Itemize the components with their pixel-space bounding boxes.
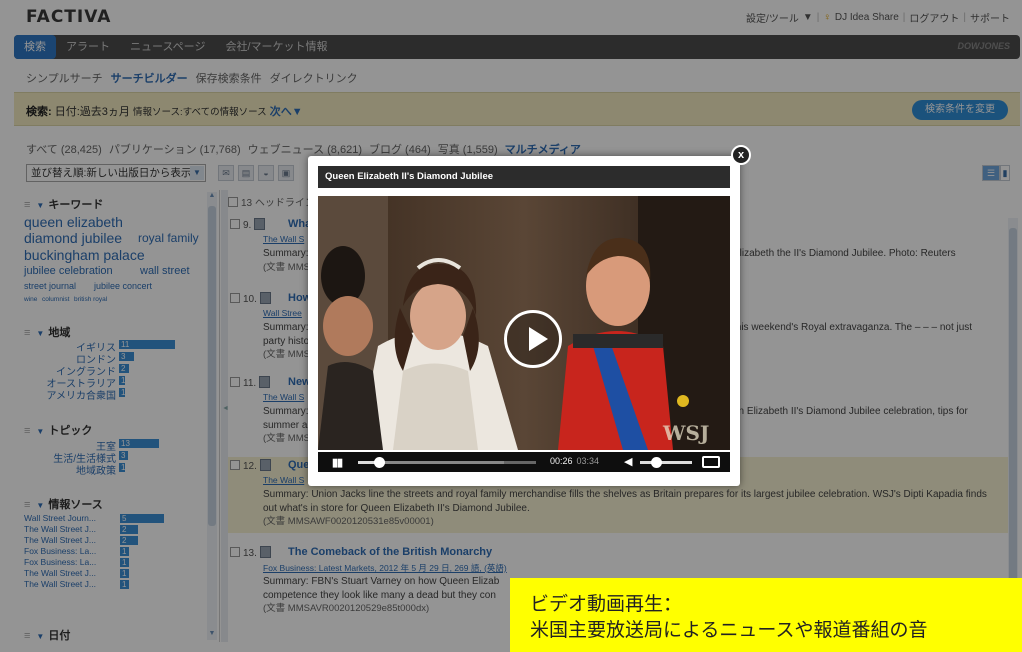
volume-icon[interactable]: ◀: [624, 455, 632, 468]
video-controls: ▮▮ 00:26 03:34 ◀: [318, 452, 730, 472]
fullscreen-icon[interactable]: [702, 456, 720, 468]
total-time: 03:34: [576, 456, 600, 466]
video-modal: Queen Elizabeth II's Diamond Jubilee WSJ…: [308, 156, 740, 486]
caption-line-1: ビデオ動画再生：: [530, 593, 683, 615]
video-title: Queen Elizabeth II's Diamond Jubilee: [318, 166, 730, 188]
volume-handle[interactable]: [651, 457, 662, 468]
seek-handle[interactable]: [374, 457, 385, 468]
time-display: 00:26 03:34: [550, 456, 599, 466]
video-player[interactable]: WSJ: [318, 196, 730, 450]
play-icon: [529, 327, 548, 351]
pause-icon[interactable]: ▮▮: [332, 456, 343, 469]
caption-line-2: 米国主要放送局によるニュースや報道番組の音: [530, 619, 928, 641]
current-time: 00:26: [550, 456, 573, 466]
volume-slider[interactable]: [640, 457, 692, 468]
caption-box: ビデオ動画再生： 米国主要放送局によるニュースや報道番組の音: [510, 578, 1022, 652]
close-icon[interactable]: x: [731, 145, 751, 165]
seek-bar[interactable]: [358, 457, 536, 468]
play-button[interactable]: [504, 310, 562, 368]
wsj-watermark: WSJ: [662, 421, 709, 445]
